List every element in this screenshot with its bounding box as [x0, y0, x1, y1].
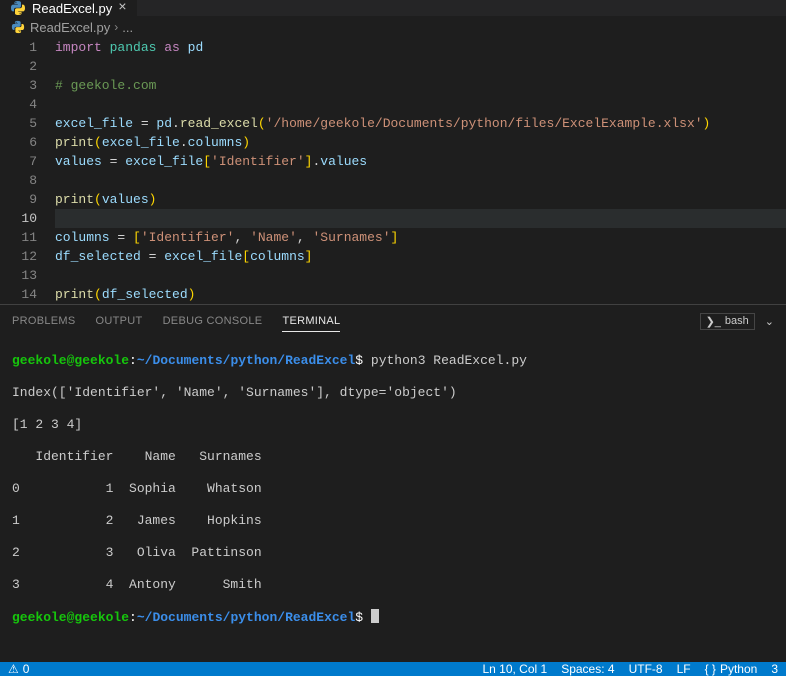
status-encoding[interactable]: UTF-8 — [629, 662, 663, 676]
token: columns — [55, 230, 110, 245]
line-number: 14 — [0, 285, 37, 304]
token: excel_file — [102, 135, 180, 150]
terminal-line: 0 1 Sophia Whatson — [12, 481, 774, 497]
token: '/home/geekole/Documents/python/files/Ex… — [266, 116, 703, 131]
token: = — [102, 154, 125, 169]
token: pd — [156, 116, 172, 131]
line-number: 5 — [0, 114, 37, 133]
token: = — [141, 249, 164, 264]
code-editor[interactable]: 1 2 3 4 5 6 7 8 9 10 11 12 13 14 import … — [0, 38, 786, 304]
token: read_excel — [180, 116, 258, 131]
line-number: 12 — [0, 247, 37, 266]
token: columns — [250, 249, 305, 264]
status-errors-count: 0 — [23, 662, 30, 676]
token: df_selected — [55, 249, 141, 264]
line-number: 9 — [0, 190, 37, 209]
token: = — [110, 230, 133, 245]
token: # geekole.com — [55, 78, 156, 93]
code-content[interactable]: import pandas as pd # geekole.com excel_… — [55, 38, 786, 304]
token: excel_file — [55, 116, 133, 131]
token: values — [102, 192, 149, 207]
token: 'Surnames' — [312, 230, 390, 245]
line-number: 13 — [0, 266, 37, 285]
breadcrumb-filename[interactable]: ReadExcel.py — [30, 20, 110, 35]
prompt-user: geekole@geekole — [12, 353, 129, 368]
warning-icon: ⚠ — [8, 662, 19, 676]
terminal-line: Index(['Identifier', 'Name', 'Surnames']… — [12, 385, 774, 401]
status-bar: ⚠ 0 Ln 10, Col 1 Spaces: 4 UTF-8 LF { } … — [0, 662, 786, 676]
prompt-user: geekole@geekole — [12, 610, 129, 625]
chevron-down-icon[interactable]: ⌄ — [765, 315, 774, 328]
status-language-label: Python — [720, 662, 757, 676]
status-eol[interactable]: LF — [677, 662, 691, 676]
chevron-right-icon: › — [114, 20, 118, 34]
terminal-output[interactable]: geekole@geekole:~/Documents/python/ReadE… — [0, 337, 786, 662]
python-file-icon — [10, 0, 26, 16]
token: = — [133, 116, 156, 131]
terminal-command: python3 ReadExcel.py — [363, 353, 527, 368]
line-number-gutter: 1 2 3 4 5 6 7 8 9 10 11 12 13 14 — [0, 38, 55, 304]
line-number: 1 — [0, 38, 37, 57]
braces-icon: { } — [705, 662, 716, 676]
line-number: 11 — [0, 228, 37, 247]
line-number: 6 — [0, 133, 37, 152]
line-number: 2 — [0, 57, 37, 76]
terminal-line: 1 2 James Hopkins — [12, 513, 774, 529]
token: values — [320, 154, 367, 169]
tab-bar: ReadExcel.py × — [0, 0, 786, 16]
token: 'Name' — [250, 230, 297, 245]
token: 'Identifier' — [211, 154, 305, 169]
tab-terminal[interactable]: TERMINAL — [282, 315, 340, 332]
terminal-line: 3 4 Antony Smith — [12, 577, 774, 593]
terminal-shell-name: bash — [725, 315, 749, 327]
token: excel_file — [164, 249, 242, 264]
terminal-line: [1 2 3 4] — [12, 417, 774, 433]
token: values — [55, 154, 102, 169]
token: excel_file — [125, 154, 203, 169]
breadcrumb: ReadExcel.py › ... — [0, 16, 786, 38]
terminal-cursor — [371, 609, 379, 623]
status-language[interactable]: { } Python — [705, 662, 758, 676]
token: pd — [188, 40, 204, 55]
panel-tabs: PROBLEMS OUTPUT DEBUG CONSOLE TERMINAL ❯… — [0, 305, 786, 337]
close-icon[interactable]: × — [118, 0, 126, 16]
prompt-path: ~/Documents/python/ReadExcel — [137, 353, 355, 368]
token: 'Identifier' — [141, 230, 235, 245]
terminal-line: Identifier Name Surnames — [12, 449, 774, 465]
status-python-version[interactable]: 3 — [771, 662, 778, 676]
status-spaces[interactable]: Spaces: 4 — [561, 662, 614, 676]
terminal-picker[interactable]: ❯_ bash — [700, 313, 755, 330]
status-line-col[interactable]: Ln 10, Col 1 — [482, 662, 547, 676]
prompt-sep: : — [129, 353, 137, 368]
line-number: 3 — [0, 76, 37, 95]
status-errors[interactable]: ⚠ 0 — [8, 662, 29, 676]
token: as — [164, 40, 180, 55]
prompt-dollar: $ — [355, 610, 363, 625]
tab-filename: ReadExcel.py — [32, 1, 112, 16]
token: df_selected — [102, 287, 188, 302]
line-number: 8 — [0, 171, 37, 190]
editor-tab[interactable]: ReadExcel.py × — [0, 0, 138, 16]
prompt-dollar: $ — [355, 353, 363, 368]
python-file-icon — [10, 19, 26, 35]
line-number: 7 — [0, 152, 37, 171]
token: print — [55, 135, 94, 150]
tab-output[interactable]: OUTPUT — [96, 315, 143, 327]
token: pandas — [110, 40, 157, 55]
token: columns — [188, 135, 243, 150]
terminal-line: 2 3 Oliva Pattinson — [12, 545, 774, 561]
breadcrumb-more[interactable]: ... — [122, 20, 133, 35]
bottom-panel: PROBLEMS OUTPUT DEBUG CONSOLE TERMINAL ❯… — [0, 304, 786, 662]
prompt-path: ~/Documents/python/ReadExcel — [137, 610, 355, 625]
tab-problems[interactable]: PROBLEMS — [12, 315, 76, 327]
prompt-sep: : — [129, 610, 137, 625]
token: print — [55, 287, 94, 302]
line-number: 10 — [0, 209, 37, 228]
line-number: 4 — [0, 95, 37, 114]
token: import — [55, 40, 102, 55]
terminal-icon: ❯_ — [706, 315, 721, 328]
token: print — [55, 192, 94, 207]
tab-debug-console[interactable]: DEBUG CONSOLE — [163, 315, 263, 327]
